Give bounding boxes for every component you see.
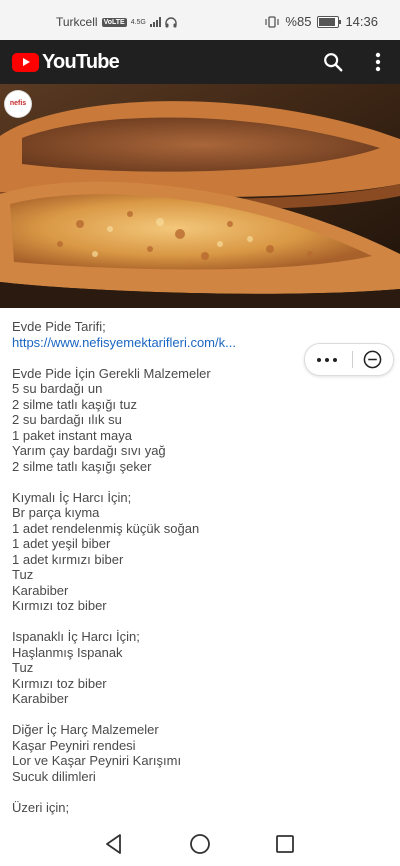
youtube-play-icon bbox=[12, 53, 39, 72]
youtube-logo[interactable]: YouTube bbox=[12, 51, 120, 74]
minus-circle-icon[interactable] bbox=[363, 350, 382, 369]
description-line: Kırmızı toz biber bbox=[12, 598, 107, 613]
description-line: Kaşar Peyniri rendesi bbox=[12, 737, 136, 753]
video-player[interactable]: nefis bbox=[0, 84, 400, 308]
status-left: Turkcell VoLTE 4.5G bbox=[56, 15, 177, 29]
description-line: Lor ve Kaşar Peyniri Karışımı bbox=[12, 753, 182, 768]
headphones-icon bbox=[165, 16, 177, 27]
youtube-wordmark: YouTube bbox=[42, 51, 120, 73]
more-vert-icon[interactable] bbox=[370, 51, 386, 73]
battery-percent: %85 bbox=[285, 14, 312, 29]
description-line: 1 adet kırmızı biber bbox=[12, 551, 124, 567]
description-line: 2 su bardağı ılık su bbox=[12, 412, 122, 427]
description-line: Üzeri için; bbox=[12, 799, 70, 815]
description-line: 1 paket instant maya bbox=[12, 427, 132, 443]
video-frame-pide bbox=[0, 84, 400, 308]
recent-apps-icon[interactable] bbox=[275, 834, 295, 854]
floating-action-pill bbox=[304, 343, 394, 376]
description-line: Karabiber bbox=[12, 691, 69, 706]
description-line: Tuz bbox=[12, 567, 34, 582]
carrier-name: Turkcell bbox=[56, 15, 98, 29]
video-description: Evde Pide Tarifi; https://www.nefisyemekt… bbox=[12, 319, 392, 815]
channel-watermark: nefis bbox=[5, 91, 31, 117]
description-line: 1 adet rendelenmiş küçük soğan bbox=[12, 520, 200, 536]
description-line: Diğer İç Harç Malzemeler bbox=[12, 722, 159, 737]
recipe-link[interactable]: https://www.nefisyemektarifleri.com/k... bbox=[12, 335, 236, 350]
description-line: 2 silme tatlı kaşığı şeker bbox=[12, 458, 152, 474]
more-horiz-icon[interactable] bbox=[317, 358, 337, 362]
battery-icon bbox=[317, 15, 342, 28]
signal-icon bbox=[149, 17, 161, 27]
status-bar: Turkcell VoLTE 4.5G %85 14:36 bbox=[0, 0, 400, 40]
description-line: Br parça kıyma bbox=[12, 505, 100, 520]
pill-divider bbox=[352, 351, 353, 368]
description-line: Tuz bbox=[12, 660, 34, 675]
home-icon[interactable] bbox=[189, 833, 211, 855]
description-line: 5 su bardağı un bbox=[12, 381, 103, 396]
description-line: Sucuk dilimleri bbox=[12, 768, 96, 784]
description-line: Karabiber bbox=[12, 582, 69, 598]
search-icon[interactable] bbox=[322, 51, 344, 73]
youtube-header: YouTube bbox=[0, 40, 400, 84]
navigation-bar bbox=[0, 822, 400, 866]
clock: 14:36 bbox=[345, 14, 378, 29]
description-line: 1 adet yeşil biber bbox=[12, 536, 111, 551]
back-icon[interactable] bbox=[104, 833, 124, 855]
description-line: Ispanaklı İç Harcı İçin; bbox=[12, 629, 140, 644]
battery-fill bbox=[319, 17, 335, 26]
description-line: Haşlanmış Ispanak bbox=[12, 644, 123, 660]
description-line: Yarım çay bardağı sıvı yağ bbox=[12, 443, 166, 458]
description-line: Kıymalı İç Harcı İçin; bbox=[12, 489, 132, 505]
description-line: Evde Pide Tarifi; bbox=[12, 319, 106, 334]
description-line: 2 silme tatlı kaşığı tuz bbox=[12, 396, 137, 412]
vibrate-icon bbox=[265, 15, 280, 28]
volte-badge: VoLTE bbox=[101, 17, 127, 27]
description-line: Kırmızı toz biber bbox=[12, 675, 107, 691]
network-type: 4.5G bbox=[130, 18, 146, 26]
status-right: %85 14:36 bbox=[265, 14, 378, 29]
